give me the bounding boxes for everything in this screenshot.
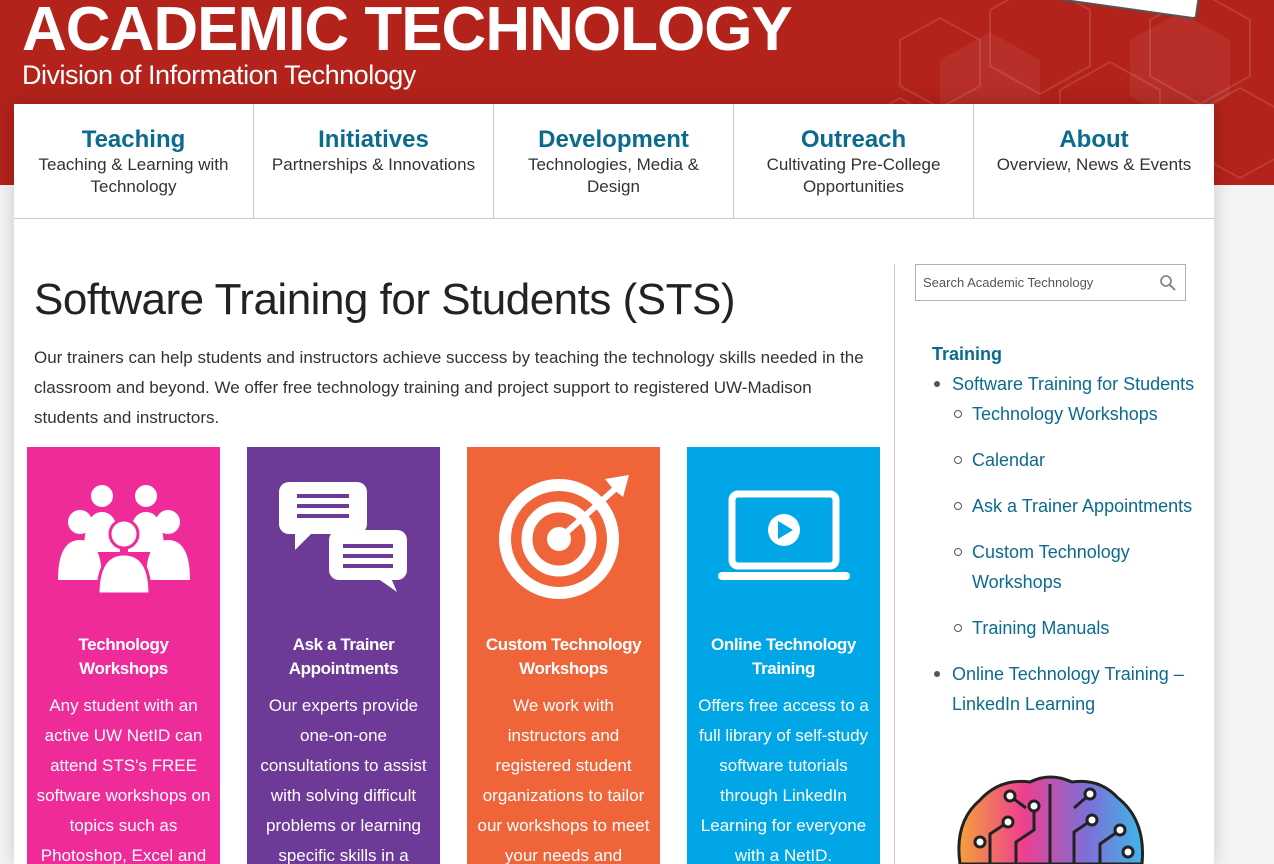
nav-title[interactable]: Development [494, 126, 733, 154]
sidebar-link[interactable]: Calendar [972, 450, 1045, 470]
main-content: Software Training for Students (STS) Our… [27, 269, 884, 864]
nav-title[interactable]: Teaching [14, 126, 253, 154]
site-subtitle[interactable]: Division of Information Technology [22, 60, 416, 91]
card-title[interactable]: Technology Workshops [35, 633, 212, 681]
card-title[interactable]: Ask a Trainer Appointments [255, 633, 432, 681]
nav-item-development[interactable]: Development Technologies, Media & Design [494, 104, 734, 218]
nav-title[interactable]: Outreach [734, 126, 973, 154]
nav-desc[interactable]: Overview, News & Events [974, 154, 1214, 176]
sidebar-item-training-manuals: Training Manuals [952, 613, 1202, 643]
nav-desc[interactable]: Teaching & Learning with Technology [14, 154, 253, 198]
search-box [915, 264, 1186, 301]
target-icon [475, 473, 652, 603]
nav-item-initiatives[interactable]: Initiatives Partnerships & Innovations [254, 104, 494, 218]
card-title[interactable]: Custom Technology Workshops [475, 633, 652, 681]
nav-desc[interactable]: Technologies, Media & Design [494, 154, 733, 198]
main-nav: Teaching Teaching & Learning with Techno… [14, 104, 1214, 219]
sidebar-item-sts: Software Training for Students Technolog… [932, 369, 1202, 643]
card-custom-workshops[interactable]: Custom Technology Workshops We work with… [467, 447, 660, 864]
column-divider [894, 264, 895, 864]
sidebar-item-technology-workshops: Technology Workshops [952, 399, 1202, 429]
card-online-training[interactable]: Online Technology Training Offers free a… [687, 447, 880, 864]
card-text: We work with instructors and registered … [477, 696, 650, 864]
sidebar-link[interactable]: Online Technology Training – LinkedIn Le… [952, 664, 1184, 714]
card-text: Our experts provide one-on-one consultat… [260, 696, 427, 864]
search-input[interactable] [916, 265, 1146, 300]
sidebar-link[interactable]: Ask a Trainer Appointments [972, 496, 1192, 516]
card-title[interactable]: Online Technology Training [695, 633, 872, 681]
nav-item-teaching[interactable]: Teaching Teaching & Learning with Techno… [14, 104, 254, 218]
card-grid: Technology Workshops Any student with an… [27, 447, 907, 864]
nav-item-outreach[interactable]: Outreach Cultivating Pre-College Opportu… [734, 104, 974, 218]
nav-desc[interactable]: Cultivating Pre-College Opportunities [734, 154, 973, 198]
nav-title[interactable]: About [974, 126, 1214, 154]
nav-desc[interactable]: Partnerships & Innovations [254, 154, 493, 176]
sidebar-item-custom-workshops: Custom Technology Workshops [952, 537, 1202, 597]
laptop-play-icon [695, 473, 872, 603]
page-container: Teaching Teaching & Learning with Techno… [14, 104, 1214, 864]
sidebar-heading[interactable]: Training [932, 344, 1202, 365]
card-ask-a-trainer[interactable]: Ask a Trainer Appointments Our experts p… [247, 447, 440, 864]
nav-item-about[interactable]: About Overview, News & Events [974, 104, 1214, 218]
nav-title[interactable]: Initiatives [254, 126, 493, 154]
sidebar-item-linkedin-learning: Online Technology Training – LinkedIn Le… [932, 659, 1202, 719]
search-icon[interactable] [1159, 274, 1177, 292]
people-group-icon [35, 473, 212, 603]
sidebar-link[interactable]: Technology Workshops [972, 404, 1158, 424]
intro-paragraph: Our trainers can help students and instr… [34, 348, 864, 427]
card-text: Any student with an active UW NetID can … [36, 696, 211, 864]
card-text: Offers free access to a full library of … [698, 696, 869, 864]
sidebar-link[interactable]: Training Manuals [972, 618, 1109, 638]
sidebar-item-calendar: Calendar [952, 445, 1202, 475]
sidebar-nav: Training Software Training for Students … [932, 344, 1202, 719]
card-technology-workshops[interactable]: Technology Workshops Any student with an… [27, 447, 220, 864]
chat-bubbles-icon [255, 473, 432, 603]
page-title: Software Training for Students (STS) [34, 275, 735, 324]
sidebar-item-ask-a-trainer: Ask a Trainer Appointments [952, 491, 1202, 521]
sidebar-link[interactable]: Software Training for Students [952, 374, 1194, 394]
sidebar-link[interactable]: Custom Technology Workshops [972, 542, 1130, 592]
site-title[interactable]: ACADEMIC TECHNOLOGY [22, 0, 793, 65]
brain-circuit-image [957, 775, 1144, 864]
